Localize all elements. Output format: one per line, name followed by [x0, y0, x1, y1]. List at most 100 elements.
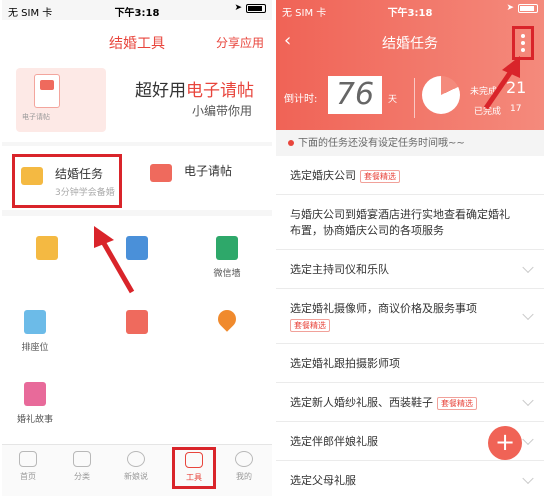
- done-count: 17: [510, 104, 522, 114]
- banner-headline: 超好用电子请帖: [135, 76, 254, 101]
- countdown-days: 76: [328, 76, 382, 114]
- chevron-down-icon: [522, 308, 534, 321]
- calendar-icon: [126, 310, 148, 334]
- tool-item[interactable]: [12, 236, 82, 278]
- share-app-button[interactable]: 分享应用: [216, 34, 264, 51]
- tools-screen: 无 SIM 卡 下午3:18 ➤ 结婚工具 分享应用 电子请帖 超好用电子请帖 …: [2, 0, 272, 496]
- banner-subline: 小编带你用: [191, 104, 252, 118]
- tab-label: 新娘说: [124, 472, 148, 481]
- checklist-icon: [126, 236, 148, 260]
- battery-icon: [518, 3, 538, 13]
- tool-label: [102, 266, 172, 278]
- page-title: 结婚任务: [382, 36, 438, 52]
- package-tag: 套餐精选: [437, 397, 477, 410]
- feature-subtitle: 3分钟学会备婚: [55, 188, 115, 198]
- sofa-icon: [24, 310, 46, 334]
- tools-grid: 微信墙 排座位 婚礼故事: [2, 216, 272, 444]
- tool-item-wedding-story[interactable]: 婚礼故事: [2, 382, 70, 425]
- pending-label: 未完成: [470, 87, 498, 97]
- task-header: 无 SIM 卡 下午3:18 ➤ ‹ 结婚任务 倒计时: 76 天 未完成 21…: [276, 0, 544, 130]
- tab-tools[interactable]: 工具: [172, 447, 216, 489]
- chevron-down-icon: [522, 261, 534, 274]
- tool-label: [12, 266, 82, 278]
- tool-label: [102, 340, 172, 352]
- board-icon: [216, 236, 238, 260]
- more-menu-button[interactable]: [512, 26, 534, 60]
- task-text: 选定伴郎伴娘礼服: [290, 435, 378, 448]
- task-item[interactable]: 选定新人婚纱礼服、西装鞋子 套餐精选: [276, 383, 544, 422]
- tab-label: 工具: [186, 473, 202, 482]
- tool-item[interactable]: [102, 236, 172, 278]
- countdown-label: 倒计时:: [284, 94, 318, 105]
- chevron-down-icon: [522, 472, 534, 485]
- tab-home[interactable]: 首页: [8, 451, 48, 482]
- feature-title: 结婚任务: [55, 167, 104, 181]
- banner-headline-prefix: 超好用: [135, 81, 186, 101]
- tool-label: 婚礼故事: [16, 415, 53, 425]
- envelope-icon: [150, 164, 172, 182]
- task-item[interactable]: 选定婚礼跟拍摄影师项: [276, 344, 544, 383]
- status-bar: 无 SIM 卡 下午3:18 ➤: [276, 0, 544, 20]
- dot-icon: [521, 41, 525, 45]
- wedding-tasks-screen: 无 SIM 卡 下午3:18 ➤ ‹ 结婚任务 倒计时: 76 天 未完成 21…: [276, 0, 544, 496]
- hint-text: 下面的任务还没有设定任务时间哦~~: [298, 138, 465, 149]
- home-icon: [19, 451, 37, 467]
- tool-label: 排座位: [21, 343, 49, 353]
- folder-icon: [21, 167, 43, 185]
- feature-row: 结婚任务 3分钟学会备婚 电子请帖: [2, 146, 272, 210]
- tab-label: 我的: [236, 472, 252, 481]
- chevron-down-icon: [522, 394, 534, 407]
- task-item[interactable]: 选定婚庆公司 套餐精选: [276, 156, 544, 195]
- tab-profile[interactable]: 我的: [224, 451, 264, 482]
- status-time: 下午3:18: [114, 8, 160, 19]
- tool-item[interactable]: [192, 306, 262, 346]
- divider: [414, 78, 415, 118]
- tab-category[interactable]: 分类: [62, 451, 102, 482]
- task-item[interactable]: 选定主持司仪和乐队: [276, 250, 544, 289]
- package-tag: 套餐精选: [360, 170, 400, 183]
- pending-count: 21: [506, 78, 527, 97]
- tool-label: 微信墙: [213, 269, 241, 279]
- book-icon: [24, 382, 46, 406]
- task-item[interactable]: 选定父母礼服: [276, 461, 544, 496]
- tab-label: 首页: [20, 472, 36, 481]
- add-task-button[interactable]: +: [488, 426, 522, 460]
- tab-label: 分类: [74, 472, 90, 481]
- chevron-down-icon: [522, 433, 534, 446]
- tool-item-wechat-wall[interactable]: 微信墙: [192, 236, 262, 279]
- task-text: 选定婚庆公司: [290, 169, 356, 182]
- invitation-illustration: 电子请帖: [16, 68, 106, 132]
- chat-bubble-icon: [127, 451, 145, 467]
- banner-headline-highlight: 电子请帖: [186, 81, 254, 101]
- feature-title: 电子请帖: [184, 164, 233, 178]
- countdown-unit: 天: [388, 95, 398, 105]
- tab-bar: 首页 分类 新娘说 工具 我的: [2, 444, 272, 496]
- battery-icon: [246, 3, 266, 13]
- no-date-hint: 下面的任务还没有设定任务时间哦~~: [276, 132, 544, 156]
- tool-label: [192, 334, 262, 346]
- illustration-label: 电子请帖: [22, 113, 50, 121]
- location-icon: ➤: [234, 3, 242, 13]
- task-text: 选定主持司仪和乐队: [290, 263, 389, 276]
- photo-icon: [40, 80, 54, 90]
- promo-banner[interactable]: 电子请帖 超好用电子请帖 小编带你用: [2, 60, 272, 142]
- tool-item-seating[interactable]: 排座位: [2, 310, 70, 353]
- e-invitation-entry[interactable]: 电子请帖: [144, 154, 270, 208]
- wedding-tasks-entry[interactable]: 结婚任务 3分钟学会备婚: [12, 154, 122, 208]
- task-item[interactable]: 选定婚礼摄像师，商议价格及服务事项 套餐精选: [276, 289, 544, 344]
- location-icon: ➤: [506, 3, 514, 13]
- task-text: 选定婚礼跟拍摄影师项: [290, 357, 400, 370]
- task-text: 选定婚礼摄像师，商议价格及服务事项: [290, 302, 477, 315]
- toolbox-icon: [185, 452, 203, 468]
- package-tag: 套餐精选: [290, 319, 330, 332]
- tool-item[interactable]: [102, 310, 172, 352]
- profile-icon: [235, 451, 253, 467]
- status-icons: ➤: [506, 3, 538, 13]
- task-item[interactable]: 与婚庆公司到婚宴酒店进行实地查看确定婚礼布置，协商婚庆公司的各项服务: [276, 195, 544, 250]
- tab-bride-talk[interactable]: 新娘说: [116, 451, 156, 482]
- pencil-note-icon: [36, 236, 58, 260]
- category-icon: [73, 451, 91, 467]
- status-time: 下午3:18: [387, 8, 433, 19]
- status-bar: 无 SIM 卡 下午3:18 ➤: [2, 0, 272, 20]
- progress-pie-icon: [422, 76, 460, 114]
